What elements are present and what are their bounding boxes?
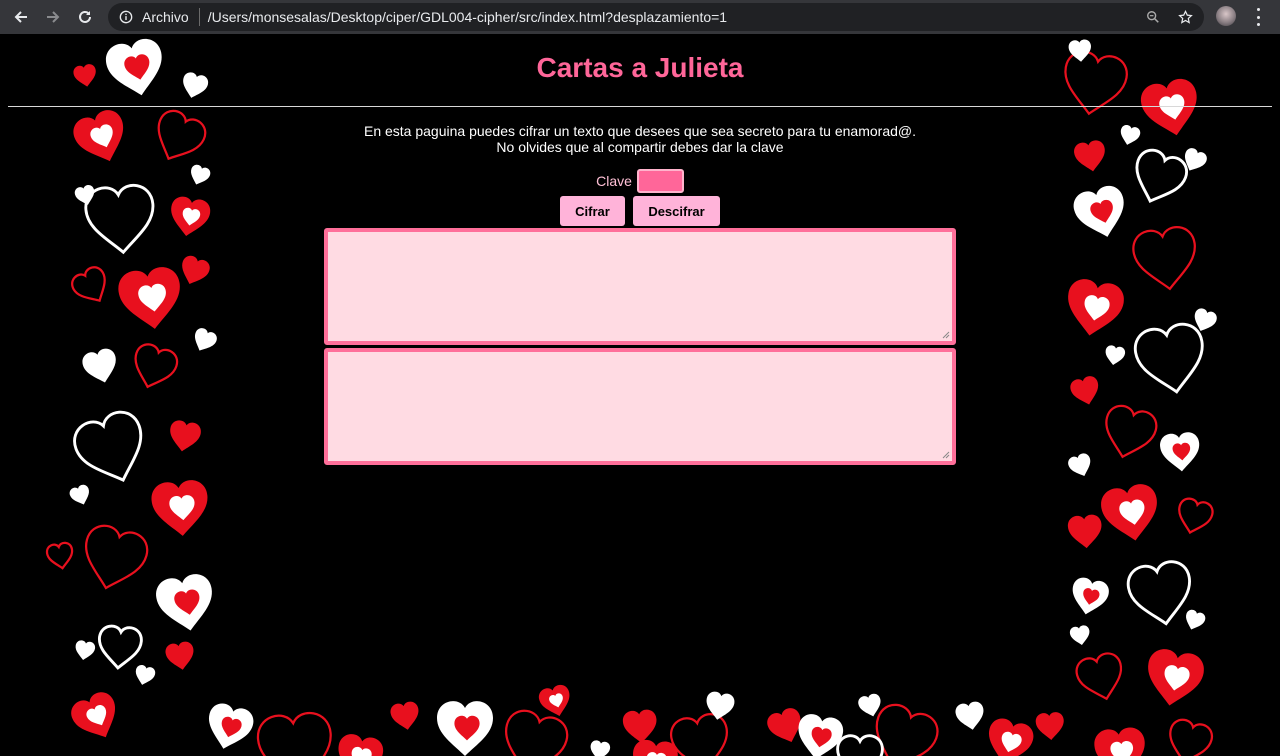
resize-grip-icon[interactable]: [942, 451, 950, 459]
security-label: Archivo: [142, 9, 189, 25]
output-textarea[interactable]: [324, 348, 956, 465]
heart-shape: [1075, 652, 1123, 701]
heart-shape: [182, 255, 210, 285]
heart-shape: [1126, 560, 1191, 626]
heart-shape: [1133, 322, 1204, 394]
heart-shape: [165, 641, 194, 670]
intro-line-2: No olvides que al compartir debes dar la…: [496, 139, 784, 155]
browser-toolbar: Archivo /Users/monsesalas/Desktop/ciper/…: [0, 0, 1280, 34]
heart-shape: [1101, 484, 1157, 541]
menu-kebab-icon[interactable]: [1252, 8, 1264, 26]
url-text[interactable]: /Users/monsesalas/Desktop/ciper/GDL004-c…: [208, 9, 727, 25]
heart-shape: [390, 701, 419, 730]
heart-shape: [98, 624, 143, 670]
heart-shape: [1072, 577, 1109, 615]
reload-button[interactable]: [74, 6, 96, 28]
heart-shape: [194, 328, 217, 351]
heart-shape: [156, 574, 212, 631]
heart-shape: [45, 541, 74, 570]
heart-shape: [437, 701, 493, 756]
heart-shape: [71, 692, 116, 738]
intro-line-1: En esta paguina puedes cifrar un texto q…: [363, 123, 916, 139]
heart-shape: [170, 420, 201, 452]
heart-shape: [118, 267, 180, 329]
back-button[interactable]: [10, 6, 32, 28]
omnibox-divider: [198, 8, 200, 26]
heart-shape: [1194, 308, 1217, 332]
heart-shape: [988, 718, 1034, 756]
page-title: Cartas a Julieta: [536, 52, 744, 83]
zoom-icon[interactable]: [1144, 8, 1162, 26]
decrypt-button[interactable]: Descifrar: [633, 196, 720, 226]
key-label: Clave: [596, 173, 632, 189]
heart-shape: [836, 734, 884, 756]
heart-shape: [955, 701, 984, 730]
forward-button[interactable]: [42, 6, 64, 28]
heart-shape: [134, 343, 179, 389]
encrypt-button[interactable]: Cifrar: [560, 196, 625, 226]
heart-shape: [1094, 727, 1145, 756]
heart-shape: [135, 665, 156, 685]
heart-shape: [151, 480, 208, 536]
action-buttons: Cifrar Descifrar: [0, 196, 1280, 226]
heart-shape: [82, 348, 116, 383]
intro-text: En esta paguina puedes cifrar un texto q…: [0, 123, 1280, 155]
heart-shape: [1178, 497, 1214, 535]
heart-shape: [1035, 712, 1064, 740]
heart-shape: [256, 711, 332, 756]
heart-shape: [1148, 649, 1204, 706]
heart-shape: [338, 734, 383, 756]
heart-shape: [1105, 404, 1158, 459]
heart-shape: [1070, 376, 1099, 405]
heart-shape: [75, 640, 96, 661]
heart-shape: [706, 691, 735, 720]
heart-shape: [1105, 345, 1126, 366]
back-arrow-icon: [14, 11, 27, 23]
key-row: Clave: [0, 169, 1280, 193]
heart-shape: [69, 484, 89, 505]
info-icon[interactable]: [118, 9, 134, 25]
title-divider: [8, 106, 1272, 107]
heart-shape: [73, 410, 143, 482]
heart-shape: [71, 266, 106, 302]
heart-shape: [1186, 609, 1206, 630]
forward-arrow-icon: [47, 11, 60, 23]
page-body: Cartas a Julieta En esta paguina puedes …: [0, 34, 1280, 756]
heart-shape: [1132, 226, 1196, 291]
key-input[interactable]: [636, 169, 684, 193]
profile-avatar[interactable]: [1216, 6, 1236, 26]
heart-shape: [1160, 432, 1200, 472]
heart-shape: [538, 684, 570, 717]
heart-shape: [1067, 514, 1102, 549]
reload-icon: [79, 10, 91, 23]
heart-shape: [1068, 279, 1124, 336]
heart-shape: [622, 709, 657, 744]
resize-grip-icon[interactable]: [942, 331, 950, 339]
heart-shape: [84, 524, 149, 590]
heart-shape: [1068, 453, 1091, 477]
heart-shape: [1069, 625, 1090, 646]
heart-shape: [1169, 718, 1214, 756]
heart-shape: [208, 703, 254, 749]
address-bar[interactable]: Archivo /Users/monsesalas/Desktop/ciper/…: [108, 3, 1204, 31]
heart-shape: [670, 713, 728, 756]
star-icon[interactable]: [1176, 8, 1194, 26]
input-textarea[interactable]: [324, 228, 956, 345]
heart-shape: [590, 740, 611, 756]
